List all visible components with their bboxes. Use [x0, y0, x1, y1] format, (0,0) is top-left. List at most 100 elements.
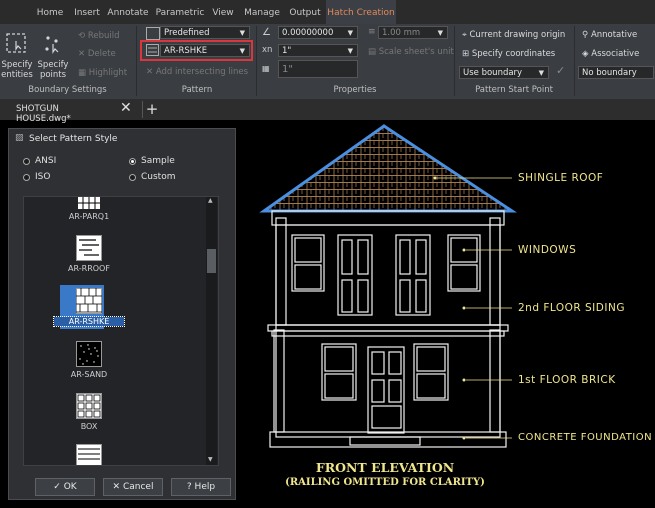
help-button[interactable]: ? Help	[171, 478, 231, 496]
rebuild-icon: ⟲	[78, 31, 88, 41]
chevron-down-icon: ▼	[437, 29, 443, 37]
ok-button[interactable]: ✓ OK	[35, 478, 95, 496]
document-tab-label: SHOTGUN HOUSE.dwg*	[16, 104, 71, 124]
scroll-up-icon[interactable]: ▲	[208, 197, 213, 204]
ribbon-separator	[574, 26, 575, 96]
radio-iso[interactable]	[23, 174, 30, 181]
coordinates-icon: ⊞	[462, 49, 472, 59]
pattern-preview-icon	[76, 288, 102, 314]
label-first-floor: 1st FLOOR BRICK	[518, 374, 616, 386]
properties-panel-label: Properties	[333, 85, 377, 95]
associative-button[interactable]: ◈ Associative	[582, 48, 639, 60]
intersect-icon: ✕	[146, 67, 156, 77]
scroll-down-icon[interactable]: ▼	[208, 456, 213, 463]
list-item[interactable]: AR-PARQ1	[54, 197, 124, 221]
list-item[interactable]: BOX	[54, 393, 124, 431]
specify-points-button[interactable]: Specify points	[36, 60, 70, 80]
highlight-button[interactable]: ▦ Highlight	[78, 67, 127, 79]
ribbon-tab-bar: Home Insert Annotate Parametric View Man…	[0, 0, 655, 24]
scrollbar-thumb[interactable]	[207, 249, 216, 273]
highlight-icon: ▦	[78, 68, 89, 78]
scale-sheet-unit-button[interactable]: ▤ Scale sheet's unit	[368, 46, 454, 58]
rebuild-button[interactable]: ⟲ Rebuild	[78, 30, 119, 42]
specify-coordinates-button[interactable]: ⊞ Specify coordinates	[462, 48, 555, 60]
dialog-title: Select Pattern Style	[29, 134, 118, 144]
delete-icon: ✕	[78, 49, 88, 59]
tab-hatch-creation[interactable]: Hatch Creation	[326, 0, 396, 24]
label-foundation: CONCRETE FOUNDATION	[518, 432, 653, 443]
radio-ansi[interactable]	[23, 158, 30, 165]
tab-view[interactable]: View	[208, 0, 238, 24]
drawing-subtitle: (RAILING OMITTED FOR CLARITY)	[285, 477, 485, 488]
spacing-input[interactable]: 1"	[278, 60, 358, 78]
chevron-down-icon: ▼	[347, 29, 353, 37]
scale-input[interactable]: 1" ▼	[278, 44, 358, 57]
list-item[interactable]: AR-SAND	[54, 341, 124, 379]
tab-manage[interactable]: Manage	[240, 0, 284, 24]
pattern-name: AR-RSHKE	[53, 316, 125, 327]
pattern-name: AR-RROOF	[68, 264, 110, 273]
tab-output[interactable]: Output	[284, 0, 326, 24]
list-item-selected[interactable]: AR-RSHKE	[53, 288, 125, 327]
close-icon[interactable]: ✕	[120, 100, 132, 116]
specify-entities-icon	[6, 33, 26, 53]
pattern-type-select[interactable]: Predefined ▼	[160, 26, 250, 39]
tab-insert[interactable]: Insert	[70, 0, 104, 24]
new-tab-button[interactable]: +	[142, 101, 161, 118]
delete-button[interactable]: ✕ Delete	[78, 48, 116, 60]
document-tab[interactable]: SHOTGUN HOUSE.dwg*	[0, 99, 116, 124]
pattern-name-select[interactable]: AR-RSHKE ▼	[160, 44, 250, 57]
checkmark-icon[interactable]: ✓	[556, 64, 565, 77]
radio-sample-label: Sample	[141, 156, 175, 166]
tab-annotate[interactable]: Annotate	[104, 0, 152, 24]
document-tab-bar: SHOTGUN HOUSE.dwg* ✕ +	[0, 99, 655, 124]
chevron-down-icon: ▼	[347, 47, 353, 55]
label-shingle-roof: SHINGLE ROOF	[518, 172, 604, 184]
radio-sample[interactable]	[129, 158, 136, 165]
dialog-titlebar[interactable]: ▨ Select Pattern Style	[9, 129, 235, 149]
angle-icon: ∠	[262, 27, 271, 38]
radio-ansi-label: ANSI	[35, 156, 57, 166]
pattern-preview-icon	[76, 444, 102, 465]
start-point-select[interactable]: Use boundary ▼	[459, 66, 549, 79]
sheet-icon: ▤	[368, 47, 379, 57]
house-elevation	[267, 210, 509, 448]
lineweight-select[interactable]: 1.00 mm ▼	[378, 26, 448, 39]
pattern-start-point-label: Pattern Start Point	[475, 85, 553, 95]
close-icon: ✕	[112, 482, 123, 492]
add-intersecting-lines-button[interactable]: ✕ Add intersecting lines	[146, 66, 248, 78]
label-second-floor: 2nd FLOOR SIDING	[518, 302, 625, 314]
scrollbar[interactable]: ▲ ▼	[206, 197, 217, 465]
spacing-icon: ▦	[262, 64, 270, 73]
plus-icon: +	[145, 100, 159, 118]
scale-icon: xn	[262, 45, 273, 55]
chevron-down-icon: ▼	[239, 29, 245, 37]
pattern-preview-icon	[78, 197, 100, 209]
cancel-button[interactable]: ✕ Cancel	[103, 478, 163, 496]
pattern-name: BOX	[80, 422, 98, 431]
current-drawing-origin-button[interactable]: ⌖ Current drawing origin	[462, 29, 565, 41]
specify-points-icon	[45, 36, 59, 54]
pattern-preview-icon	[76, 393, 102, 419]
pattern-preview-icon	[76, 235, 102, 261]
list-item[interactable]	[54, 444, 124, 465]
pattern-type-icon	[146, 27, 160, 40]
radio-custom[interactable]	[129, 174, 136, 181]
boundary-option-select[interactable]: No boundary	[578, 66, 654, 79]
roof-shingle-hatch	[259, 124, 517, 213]
radio-custom-label: Custom	[141, 172, 176, 182]
tab-home[interactable]: Home	[30, 0, 70, 24]
check-icon: ✓	[53, 482, 64, 492]
angle-input[interactable]: 0.00000000 ▼	[278, 26, 358, 39]
list-item[interactable]: AR-RROOF	[54, 235, 124, 273]
specify-entities-button[interactable]: Specify entities	[0, 60, 34, 80]
annotative-icon: ⚲	[582, 30, 591, 40]
pattern-list[interactable]: AR-PARQ1 AR-RROOF AR-RSHKE AR-SAND BOX ▲…	[23, 196, 219, 466]
chevron-down-icon: ▼	[239, 47, 245, 55]
annotative-button[interactable]: ⚲ Annotative	[582, 29, 637, 41]
tab-parametric[interactable]: Parametric	[152, 0, 208, 24]
associative-icon: ◈	[582, 49, 592, 59]
pattern-name: AR-PARQ1	[68, 212, 110, 221]
hatch-icon: ▨	[15, 133, 24, 143]
origin-icon: ⌖	[462, 30, 470, 40]
